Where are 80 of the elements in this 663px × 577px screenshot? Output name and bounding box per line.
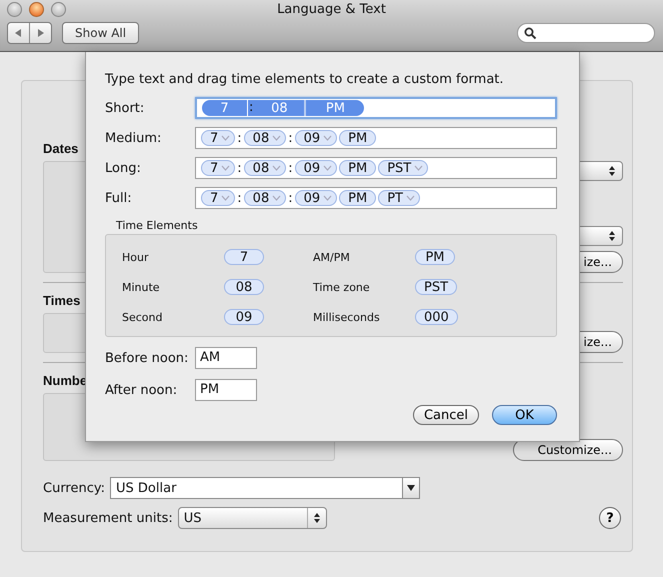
field-label: After noon: <box>105 382 178 398</box>
format-field[interactable]: 7 : 08 : 09 PM PST <box>195 157 557 179</box>
time-token[interactable]: 09 <box>294 130 338 146</box>
group-title: Time Elements <box>116 219 199 232</box>
dialog-button[interactable]: OK <box>492 405 557 425</box>
format-label: Full: <box>105 190 133 206</box>
separator-text: : <box>237 190 242 206</box>
time-token[interactable]: 7 <box>201 190 236 206</box>
stepper-icon <box>312 512 321 524</box>
format-label: Long: <box>105 160 142 176</box>
chevron-icon <box>414 165 424 171</box>
element-label: Second <box>122 310 164 324</box>
separator-text: : <box>288 190 293 206</box>
time-token[interactable]: PST <box>378 160 428 176</box>
chevron-icon <box>221 195 230 201</box>
chevron-icon <box>323 195 332 201</box>
element-label: Time zone <box>313 280 371 294</box>
time-token[interactable]: 7 <box>201 130 236 146</box>
window-button[interactable] <box>51 2 66 17</box>
customize-button[interactable]: Customize... <box>513 439 623 461</box>
navigation-control[interactable] <box>7 22 52 44</box>
close-button[interactable] <box>29 2 44 17</box>
time-token[interactable]: 09 <box>294 160 338 176</box>
separator-text: : <box>247 100 254 116</box>
time-token[interactable]: 08 <box>244 190 286 206</box>
format-field[interactable]: 7 : 08 : 09 PM <box>195 127 557 149</box>
element-label: Minute <box>122 280 161 294</box>
chevron-icon <box>406 195 415 201</box>
window-title: Language & Text <box>277 2 386 17</box>
format-field[interactable]: 7 : 08 : 09 PM PT <box>195 187 557 209</box>
measurement-units-label: Measurement units: <box>43 510 173 526</box>
measurement-units-popup[interactable]: US <box>178 507 327 529</box>
time-token[interactable]: PST <box>415 279 458 295</box>
chevron-icon <box>272 135 282 141</box>
chevron-icon <box>221 165 230 171</box>
dialog-button[interactable]: Cancel <box>412 405 479 425</box>
section-title: Dates <box>43 141 80 156</box>
search-field[interactable] <box>517 23 655 43</box>
time-token[interactable]: PM <box>339 190 376 206</box>
chevron-icon <box>221 135 230 141</box>
chevron-icon <box>323 165 332 171</box>
separator-text: : <box>288 130 293 146</box>
stepper-icon <box>608 230 616 242</box>
window-button[interactable] <box>7 2 22 17</box>
chevron-icon <box>323 135 332 141</box>
time-token[interactable]: 000 <box>415 309 458 325</box>
caret-icon <box>407 485 416 491</box>
currency-combo-box[interactable]: US Dollar <box>110 477 420 499</box>
text-field[interactable]: AM <box>195 347 257 369</box>
time-token[interactable]: 08 <box>244 160 286 176</box>
separator-text: : <box>237 160 242 176</box>
search-icon <box>524 26 537 40</box>
section-title: Numbe <box>43 373 88 388</box>
stepper-icon <box>608 165 616 177</box>
separator-text: : <box>237 130 242 146</box>
time-token[interactable]: 7 <box>201 160 236 176</box>
time-token[interactable]: 08 <box>244 130 286 146</box>
instruction-text: Type text and drag time elements to create a custom format. <box>105 72 505 87</box>
chevron-icon <box>272 165 282 171</box>
chevron-icon <box>272 195 282 201</box>
time-token[interactable]: PM <box>339 130 376 146</box>
show-all-button[interactable]: Show All <box>62 22 140 44</box>
text-field[interactable]: PM <box>195 379 257 401</box>
element-label: Hour <box>122 250 150 264</box>
time-token[interactable]: 09 <box>224 309 264 325</box>
time-token[interactable]: 08 <box>224 279 264 295</box>
help-button[interactable]: ? <box>599 507 621 529</box>
time-token[interactable]: PM <box>415 249 455 265</box>
element-label: Milliseconds <box>313 310 381 324</box>
section-title: Times <box>43 293 82 308</box>
field-label: Before noon: <box>105 350 190 366</box>
separator-text: : <box>288 160 293 176</box>
time-token[interactable]: 7 <box>224 249 264 265</box>
time-token[interactable]: PM <box>339 160 376 176</box>
format-label: Medium: <box>105 130 162 146</box>
element-label: AM/PM <box>313 250 351 264</box>
time-token[interactable]: 09 <box>294 190 338 206</box>
currency-label: Currency: <box>43 480 106 496</box>
time-token[interactable]: PT <box>378 190 420 206</box>
format-label: Short: <box>105 100 146 116</box>
